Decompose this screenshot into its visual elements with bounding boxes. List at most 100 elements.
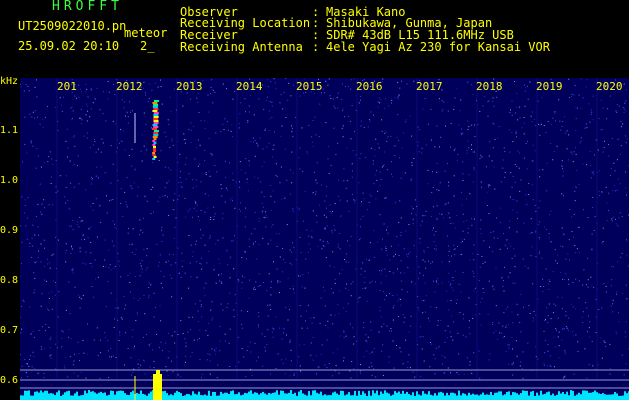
noise-speckle	[131, 374, 133, 376]
baseline-segment	[50, 393, 52, 400]
noise-speckle	[507, 306, 509, 308]
noise-speckle	[78, 183, 80, 185]
noise-speckle	[119, 265, 121, 267]
noise-speckle	[210, 216, 212, 218]
noise-speckle	[213, 219, 215, 221]
noise-speckle	[618, 312, 619, 314]
noise-speckle	[34, 117, 36, 119]
noise-speckle	[43, 239, 45, 241]
noise-speckle	[441, 100, 443, 102]
noise-speckle	[465, 336, 467, 338]
noise-speckle	[360, 237, 362, 239]
noise-speckle	[592, 197, 594, 198]
baseline-segment	[524, 390, 526, 400]
baseline-segment	[236, 394, 238, 400]
noise-speckle	[149, 83, 151, 85]
noise-speckle	[394, 253, 396, 255]
noise-speckle	[354, 131, 356, 132]
app-name: HROFFT	[52, 0, 123, 14]
baseline-segment	[626, 393, 628, 400]
noise-speckle	[507, 344, 509, 346]
baseline-segment	[376, 390, 378, 400]
noise-speckle	[626, 298, 628, 300]
noise-speckle	[602, 227, 604, 229]
noise-speckle	[263, 161, 265, 163]
noise-speckle	[460, 99, 462, 101]
noise-speckle	[474, 124, 476, 126]
noise-speckle	[622, 292, 624, 294]
noise-speckle	[478, 350, 480, 352]
noise-speckle	[436, 171, 438, 173]
noise-speckle	[211, 154, 213, 156]
noise-speckle	[608, 210, 609, 212]
baseline-segment	[578, 392, 580, 400]
noise-speckle	[606, 202, 608, 204]
noise-speckle	[143, 81, 145, 83]
noise-speckle	[563, 377, 565, 379]
baseline-segment	[550, 395, 552, 400]
noise-speckle	[609, 373, 611, 375]
noise-speckle	[110, 145, 112, 147]
noise-speckle	[508, 347, 510, 349]
noise-speckle	[118, 340, 120, 341]
noise-speckle	[562, 175, 564, 177]
noise-speckle	[421, 220, 423, 222]
noise-speckle	[362, 192, 364, 194]
noise-speckle	[199, 329, 201, 331]
noise-speckle	[192, 256, 194, 257]
noise-speckle	[462, 213, 464, 215]
noise-speckle	[581, 316, 583, 318]
noise-speckle	[269, 101, 271, 103]
baseline-segment	[540, 390, 542, 400]
noise-speckle	[325, 81, 326, 82]
noise-speckle	[423, 360, 425, 362]
noise-speckle	[48, 309, 50, 311]
noise-speckle	[451, 287, 453, 289]
noise-speckle	[383, 291, 384, 293]
noise-speckle	[618, 217, 620, 219]
noise-speckle	[582, 284, 584, 286]
noise-speckle	[125, 332, 127, 334]
noise-speckle	[85, 377, 87, 379]
noise-speckle	[324, 200, 326, 202]
noise-speckle	[385, 246, 386, 248]
noise-speckle	[398, 298, 400, 300]
noise-speckle	[299, 236, 301, 238]
noise-speckle	[360, 99, 361, 101]
noise-speckle	[69, 160, 71, 162]
noise-speckle	[315, 191, 317, 193]
noise-speckle	[288, 82, 290, 84]
noise-speckle	[565, 258, 567, 260]
noise-speckle	[561, 160, 563, 162]
noise-speckle	[180, 320, 182, 322]
noise-speckle	[77, 294, 79, 296]
noise-speckle	[310, 236, 312, 238]
noise-speckle	[101, 138, 103, 140]
noise-speckle	[514, 282, 516, 284]
noise-speckle	[163, 275, 165, 277]
noise-speckle	[50, 357, 52, 359]
noise-speckle	[34, 86, 36, 88]
noise-speckle	[24, 143, 26, 145]
noise-speckle	[605, 186, 607, 188]
noise-speckle	[303, 220, 305, 222]
noise-speckle	[143, 112, 145, 114]
noise-speckle	[82, 262, 84, 264]
noise-speckle	[408, 331, 410, 333]
noise-speckle	[444, 330, 446, 332]
noise-speckle	[389, 270, 391, 272]
noise-speckle	[80, 108, 82, 110]
noise-speckle	[409, 115, 411, 117]
noise-speckle	[333, 225, 335, 227]
baseline-segment	[204, 394, 206, 400]
noise-speckle	[442, 363, 444, 365]
noise-speckle	[228, 129, 229, 131]
noise-speckle	[512, 176, 514, 177]
noise-speckle	[121, 318, 123, 320]
noise-speckle	[37, 116, 38, 118]
noise-speckle	[308, 124, 310, 126]
noise-speckle	[248, 105, 250, 107]
noise-speckle	[461, 204, 463, 206]
noise-speckle	[49, 267, 51, 269]
baseline-segment	[392, 394, 394, 400]
